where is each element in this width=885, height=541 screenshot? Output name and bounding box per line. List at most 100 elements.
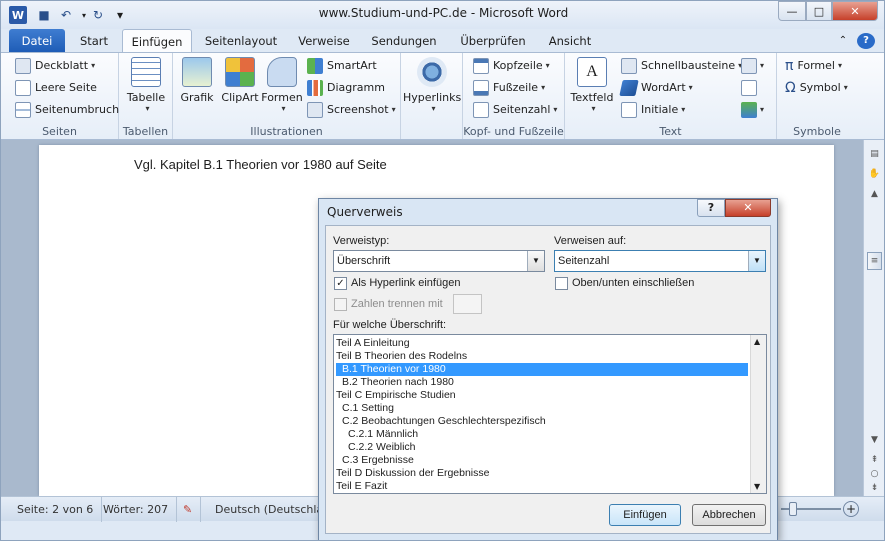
deckblatt-button[interactable]: Deckblatt ▾ (15, 56, 95, 76)
minimize-button[interactable]: — (778, 1, 806, 21)
zoom-in-icon[interactable]: + (843, 501, 859, 517)
list-item[interactable]: C.3 Ergebnisse (336, 454, 748, 467)
group-label-kopf-fusszeile: Kopf- und Fußzeile (463, 125, 564, 138)
seitenumbruch-button[interactable]: Seitenumbruch (15, 100, 119, 120)
verweistyp-select[interactable]: Überschrift ▼ (333, 250, 545, 272)
hyperlink-checkbox[interactable]: ✓ (334, 277, 347, 290)
status-page[interactable]: Seite: 2 von 6 (9, 497, 103, 522)
initiale-button[interactable]: Initiale ▾ (621, 100, 685, 120)
list-item[interactable]: C.1 Setting (336, 402, 748, 415)
list-item[interactable]: Teil A Einleitung (336, 337, 748, 350)
status-words[interactable]: Wörter: 207 (95, 497, 178, 522)
group-illustrationen: Grafik ClipArt Formen ▾ SmartArt Diagramm… (173, 53, 401, 139)
dialog-close-button[interactable]: ✕ (725, 199, 771, 217)
zahlen-trennen-checkbox[interactable] (334, 298, 347, 311)
tab-sendungen[interactable]: Sendungen (365, 29, 443, 53)
formel-button[interactable]: π Formel ▾ (785, 56, 842, 76)
list-item[interactable]: B.2 Theorien nach 1980 (336, 376, 748, 389)
list-item[interactable]: C.2.1 Männlich (336, 428, 748, 441)
wordart-button[interactable]: WordArt ▾ (619, 78, 693, 98)
proofing-icon[interactable]: ✎ (175, 497, 202, 522)
symbol-label: Symbol (799, 81, 841, 94)
initiale-label: Initiale (641, 103, 679, 116)
list-item[interactable]: Teil D Diskussion der Ergebnisse (336, 467, 748, 480)
group-tabellen: Tabelle ▾ Tabellen (119, 53, 173, 139)
cover-page-icon (15, 58, 31, 74)
clipart-label: ClipArt (221, 91, 259, 104)
smartart-button[interactable]: SmartArt (307, 56, 377, 76)
tab-datei[interactable]: Datei (9, 29, 65, 53)
tab-seitenlayout[interactable]: Seitenlayout (199, 29, 283, 53)
scroll-up-icon[interactable]: ▲ (754, 337, 760, 346)
date-time-button[interactable] (741, 78, 757, 98)
scroll-thumb[interactable]: ≡ (867, 252, 882, 270)
tab-ansicht[interactable]: Ansicht (541, 29, 599, 53)
grafik-button[interactable]: Grafik (177, 57, 217, 104)
leere-seite-button[interactable]: Leere Seite (15, 78, 97, 98)
cancel-button[interactable]: Abbrechen (692, 504, 766, 526)
wordart-icon (619, 80, 639, 96)
list-item[interactable]: B.1 Theorien vor 1980 (336, 363, 748, 376)
list-item[interactable]: C.2.2 Weiblich (336, 441, 748, 454)
document-text[interactable]: Vgl. Kapitel B.1 Theorien vor 1980 auf S… (134, 157, 387, 172)
scroll-up-icon[interactable]: ▲ (867, 186, 882, 201)
smartart-label: SmartArt (327, 59, 377, 72)
heading-listbox[interactable]: Teil A Einleitung Teil B Theorien des Rod… (333, 334, 767, 494)
dialog-help-button[interactable]: ? (697, 199, 725, 217)
vertical-scrollbar[interactable]: ▤ ✋ ▲ ≡ ▼ ⇞ ○ ⇟ (863, 140, 884, 496)
screenshot-button[interactable]: Screenshot ▾ (307, 100, 396, 120)
verweisen-auf-select[interactable]: Seitenzahl ▼ (554, 250, 766, 272)
oben-unten-checkbox[interactable] (555, 277, 568, 290)
formen-button[interactable]: Formen ▾ (261, 57, 303, 113)
list-item[interactable]: Teil E Fazit (336, 480, 748, 493)
object-icon (741, 102, 757, 118)
pan-hand-icon[interactable]: ✋ (867, 166, 882, 181)
kopfzeile-button[interactable]: Kopfzeile ▾ (473, 56, 550, 76)
tabelle-button[interactable]: Tabelle ▾ (123, 57, 169, 113)
help-icon[interactable]: ? (857, 33, 875, 49)
schnellbausteine-label: Schnellbausteine (641, 59, 736, 72)
list-item[interactable]: C.2 Beobachtungen Geschlechterspezifisch (336, 415, 748, 428)
tabelle-label: Tabelle (126, 91, 166, 104)
tab-verweise[interactable]: Verweise (291, 29, 357, 53)
previous-page-icon[interactable]: ⇞ (867, 452, 882, 467)
scroll-down-icon[interactable]: ▼ (754, 482, 760, 491)
chevron-down-icon[interactable]: ▼ (748, 251, 765, 271)
textfeld-button[interactable]: A Textfeld ▾ (569, 57, 615, 113)
title-bar: W ■ ↶ ▾ ↻ ▾ www.Studium-und-PC.de - Micr… (1, 1, 884, 29)
fusszeile-button[interactable]: Fußzeile ▾ (473, 78, 545, 98)
seitenzahl-button[interactable]: Seitenzahl ▾ (473, 100, 557, 120)
diagramm-button[interactable]: Diagramm (307, 78, 385, 98)
signature-line-button[interactable]: ▾ (741, 56, 764, 76)
textbox-icon: A (577, 57, 607, 87)
list-item[interactable]: Teil C Empirische Studien (336, 389, 748, 402)
list-item[interactable]: Teil B Theorien des Rodelns (336, 350, 748, 363)
tab-start[interactable]: Start (71, 29, 117, 53)
zoom-slider-thumb[interactable] (789, 502, 797, 516)
object-button[interactable]: ▾ (741, 100, 764, 120)
dialog-body: Verweistyp: Überschrift ▼ Verweisen auf:… (325, 225, 771, 534)
textfeld-label: Textfeld (570, 91, 614, 104)
zahlen-trennen-input[interactable] (453, 294, 482, 314)
collapse-ribbon-icon[interactable]: ⌃ (835, 29, 851, 53)
browse-object-icon[interactable]: ○ (867, 466, 882, 481)
tab-einfuegen[interactable]: Einfügen (122, 29, 192, 53)
tab-ueberpruefen[interactable]: Überprüfen (453, 29, 533, 53)
chevron-down-icon: ▾ (145, 104, 150, 113)
verweistyp-value: Überschrift (337, 255, 391, 267)
list-scrollbar[interactable]: ▲ ▼ (750, 335, 766, 493)
group-text: ATextfeld▾ Schnellbausteine▾ WordArt▾ In… (565, 53, 777, 139)
hyperlinks-button[interactable]: Hyperlinks ▾ (403, 57, 461, 113)
seitenzahl-label: Seitenzahl (493, 103, 551, 116)
maximize-button[interactable]: □ (806, 1, 832, 21)
clipart-button[interactable]: ClipArt (219, 57, 261, 104)
chevron-down-icon[interactable]: ▼ (527, 251, 544, 271)
ruler-toggle-icon[interactable]: ▤ (867, 146, 882, 161)
close-button[interactable]: ✕ (832, 1, 878, 21)
hyperlink-globe-icon (417, 57, 447, 87)
scroll-down-icon[interactable]: ▼ (867, 432, 882, 447)
next-page-icon[interactable]: ⇟ (867, 480, 882, 495)
schnellbausteine-button[interactable]: Schnellbausteine▾ (621, 56, 742, 76)
symbol-button[interactable]: Ω Symbol ▾ (785, 78, 848, 98)
insert-button[interactable]: Einfügen (609, 504, 681, 526)
